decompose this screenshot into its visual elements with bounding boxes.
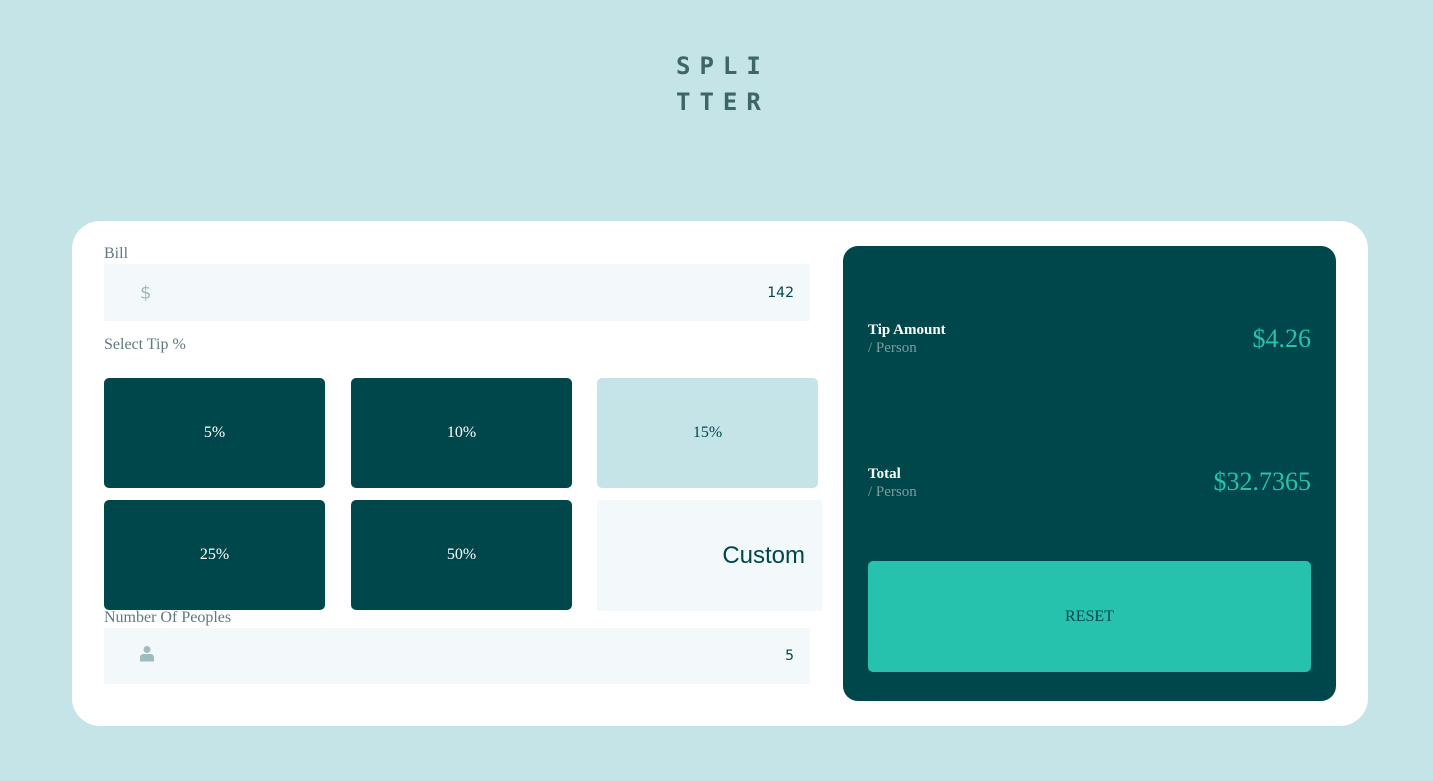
total-sub: / Person	[868, 484, 917, 500]
select-tip-label: Select Tip %	[104, 336, 186, 353]
people-value[interactable]: 5	[785, 648, 794, 664]
people-input[interactable]: 5	[104, 628, 810, 684]
people-label: Number Of Peoples	[104, 609, 232, 626]
tip-button-5[interactable]: 5%	[104, 378, 325, 488]
dollar-icon: $	[140, 282, 152, 303]
logo-line-1: SPLI	[676, 52, 770, 80]
tip-amount-value: $4.26	[1252, 324, 1312, 353]
bill-input[interactable]: $ 142	[104, 264, 810, 321]
tip-button-10[interactable]: 10%	[351, 378, 572, 488]
custom-tip-input[interactable]: Custom	[597, 500, 822, 611]
result-panel: Tip Amount / Person $4.26 Total / Person…	[843, 246, 1336, 701]
tip-button-25[interactable]: 25%	[104, 500, 325, 610]
total-title: Total	[868, 466, 901, 482]
person-icon	[140, 646, 154, 667]
logo-line-2: TTER	[676, 88, 770, 116]
tip-amount-title: Tip Amount	[868, 322, 946, 338]
bill-label: Bill	[104, 245, 129, 262]
app-logo: SPLI TTER	[676, 48, 776, 120]
total-value: $32.7365	[1213, 467, 1312, 496]
reset-button[interactable]: RESET	[868, 561, 1311, 672]
tip-amount-sub: / Person	[868, 340, 917, 356]
tip-button-50[interactable]: 50%	[351, 500, 572, 610]
calculator-card: Bill $ 142 Select Tip % 5% 10% 15% 25% 5…	[72, 221, 1368, 726]
tip-button-15[interactable]: 15%	[597, 378, 818, 488]
bill-value[interactable]: 142	[767, 285, 794, 301]
